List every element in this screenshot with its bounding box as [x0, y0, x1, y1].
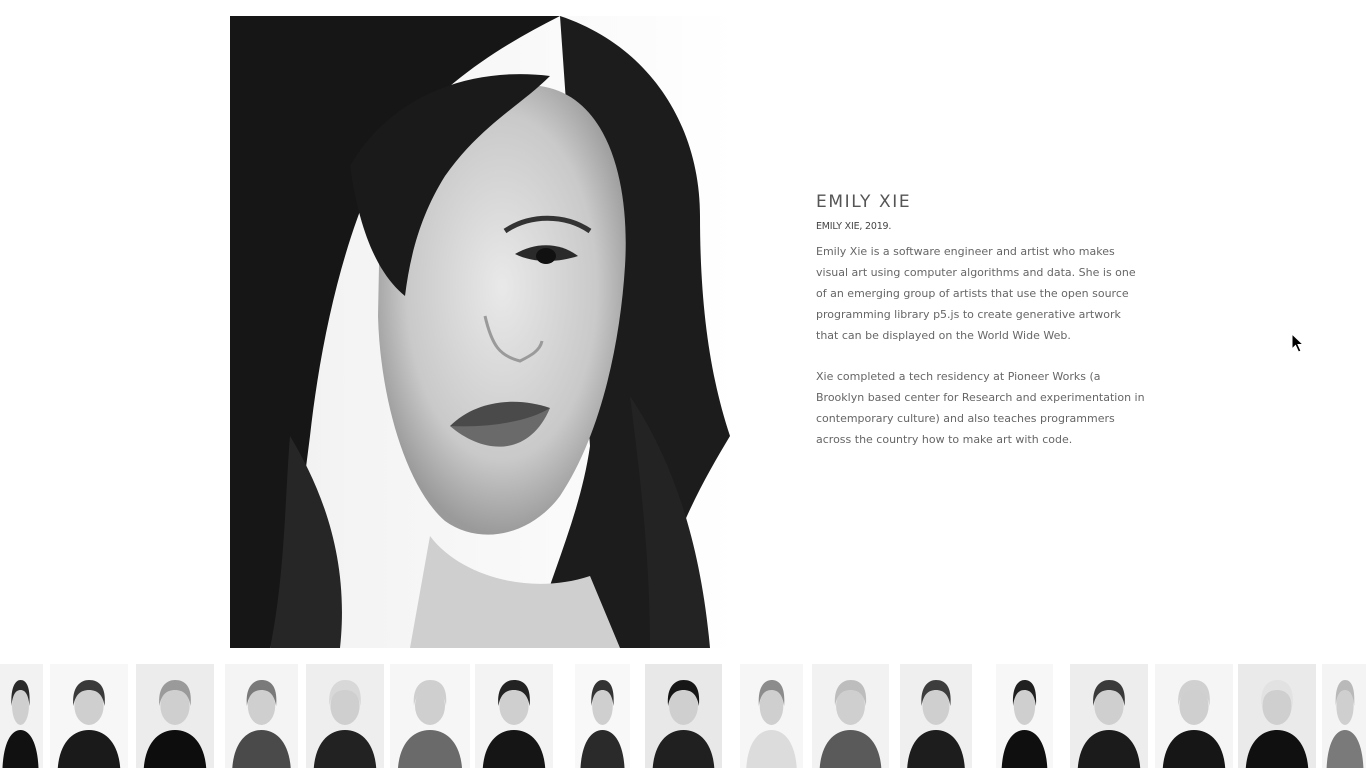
portrait-thumbnail-6[interactable] — [390, 664, 470, 768]
portrait-thumbnail-5[interactable] — [306, 664, 384, 768]
portrait-thumbnail-image — [225, 664, 298, 768]
portrait-thumbnail-1[interactable] — [0, 664, 43, 768]
portrait-thumbnail-11[interactable] — [812, 664, 889, 768]
featured-portrait-photo — [230, 16, 736, 648]
portrait-thumbnail-image — [390, 664, 470, 768]
portrait-thumbnail-13[interactable] — [996, 664, 1053, 768]
portrait-thumbnail-image — [136, 664, 214, 768]
portrait-thumbnail-image — [996, 664, 1053, 768]
portrait-thumbnail-14[interactable] — [1070, 664, 1148, 768]
portrait-thumbnail-strip — [0, 664, 1366, 768]
person-name-heading: EMILY XIE — [816, 192, 912, 212]
portrait-thumbnail-12[interactable] — [900, 664, 972, 768]
portrait-thumbnail-17[interactable] — [1322, 664, 1366, 768]
portrait-thumbnail-4[interactable] — [225, 664, 298, 768]
mouse-pointer-icon — [1291, 332, 1305, 353]
bio-paragraph-1: Emily Xie is a software engineer and art… — [816, 245, 1136, 342]
page: EMILY XIE EMILY XIE, 2019. Emily Xie is … — [0, 0, 1366, 768]
portrait-thumbnail-image — [0, 664, 43, 768]
bio-panel: EMILY XIE EMILY XIE, 2019. Emily Xie is … — [816, 190, 1146, 470]
portrait-thumbnail-15[interactable] — [1155, 664, 1233, 768]
portrait-thumbnail-image — [1238, 664, 1316, 768]
portrait-thumbnail-7[interactable] — [475, 664, 553, 768]
portrait-thumbnail-image — [575, 664, 630, 768]
portrait-thumbnail-image — [645, 664, 722, 768]
portrait-thumbnail-image — [1070, 664, 1148, 768]
portrait-thumbnail-image — [475, 664, 553, 768]
portrait-thumbnail-image — [812, 664, 889, 768]
portrait-thumbnail-image — [50, 664, 128, 768]
photo-caption: EMILY XIE, 2019. — [816, 221, 892, 232]
portrait-thumbnail-image — [1155, 664, 1233, 768]
portrait-thumbnail-2[interactable] — [50, 664, 128, 768]
bio-paragraph-2: Xie completed a tech residency at Pionee… — [816, 370, 1145, 446]
portrait-thumbnail-9[interactable] — [645, 664, 722, 768]
portrait-thumbnail-image — [900, 664, 972, 768]
portrait-thumbnail-10[interactable] — [740, 664, 803, 768]
portrait-thumbnail-image — [1322, 664, 1366, 768]
portrait-thumbnail-16[interactable] — [1238, 664, 1316, 768]
portrait-thumbnail-image — [306, 664, 384, 768]
portrait-thumbnail-3[interactable] — [136, 664, 214, 768]
portrait-thumbnail-8[interactable] — [575, 664, 630, 768]
featured-portrait-image — [230, 16, 736, 648]
portrait-thumbnail-image — [740, 664, 803, 768]
